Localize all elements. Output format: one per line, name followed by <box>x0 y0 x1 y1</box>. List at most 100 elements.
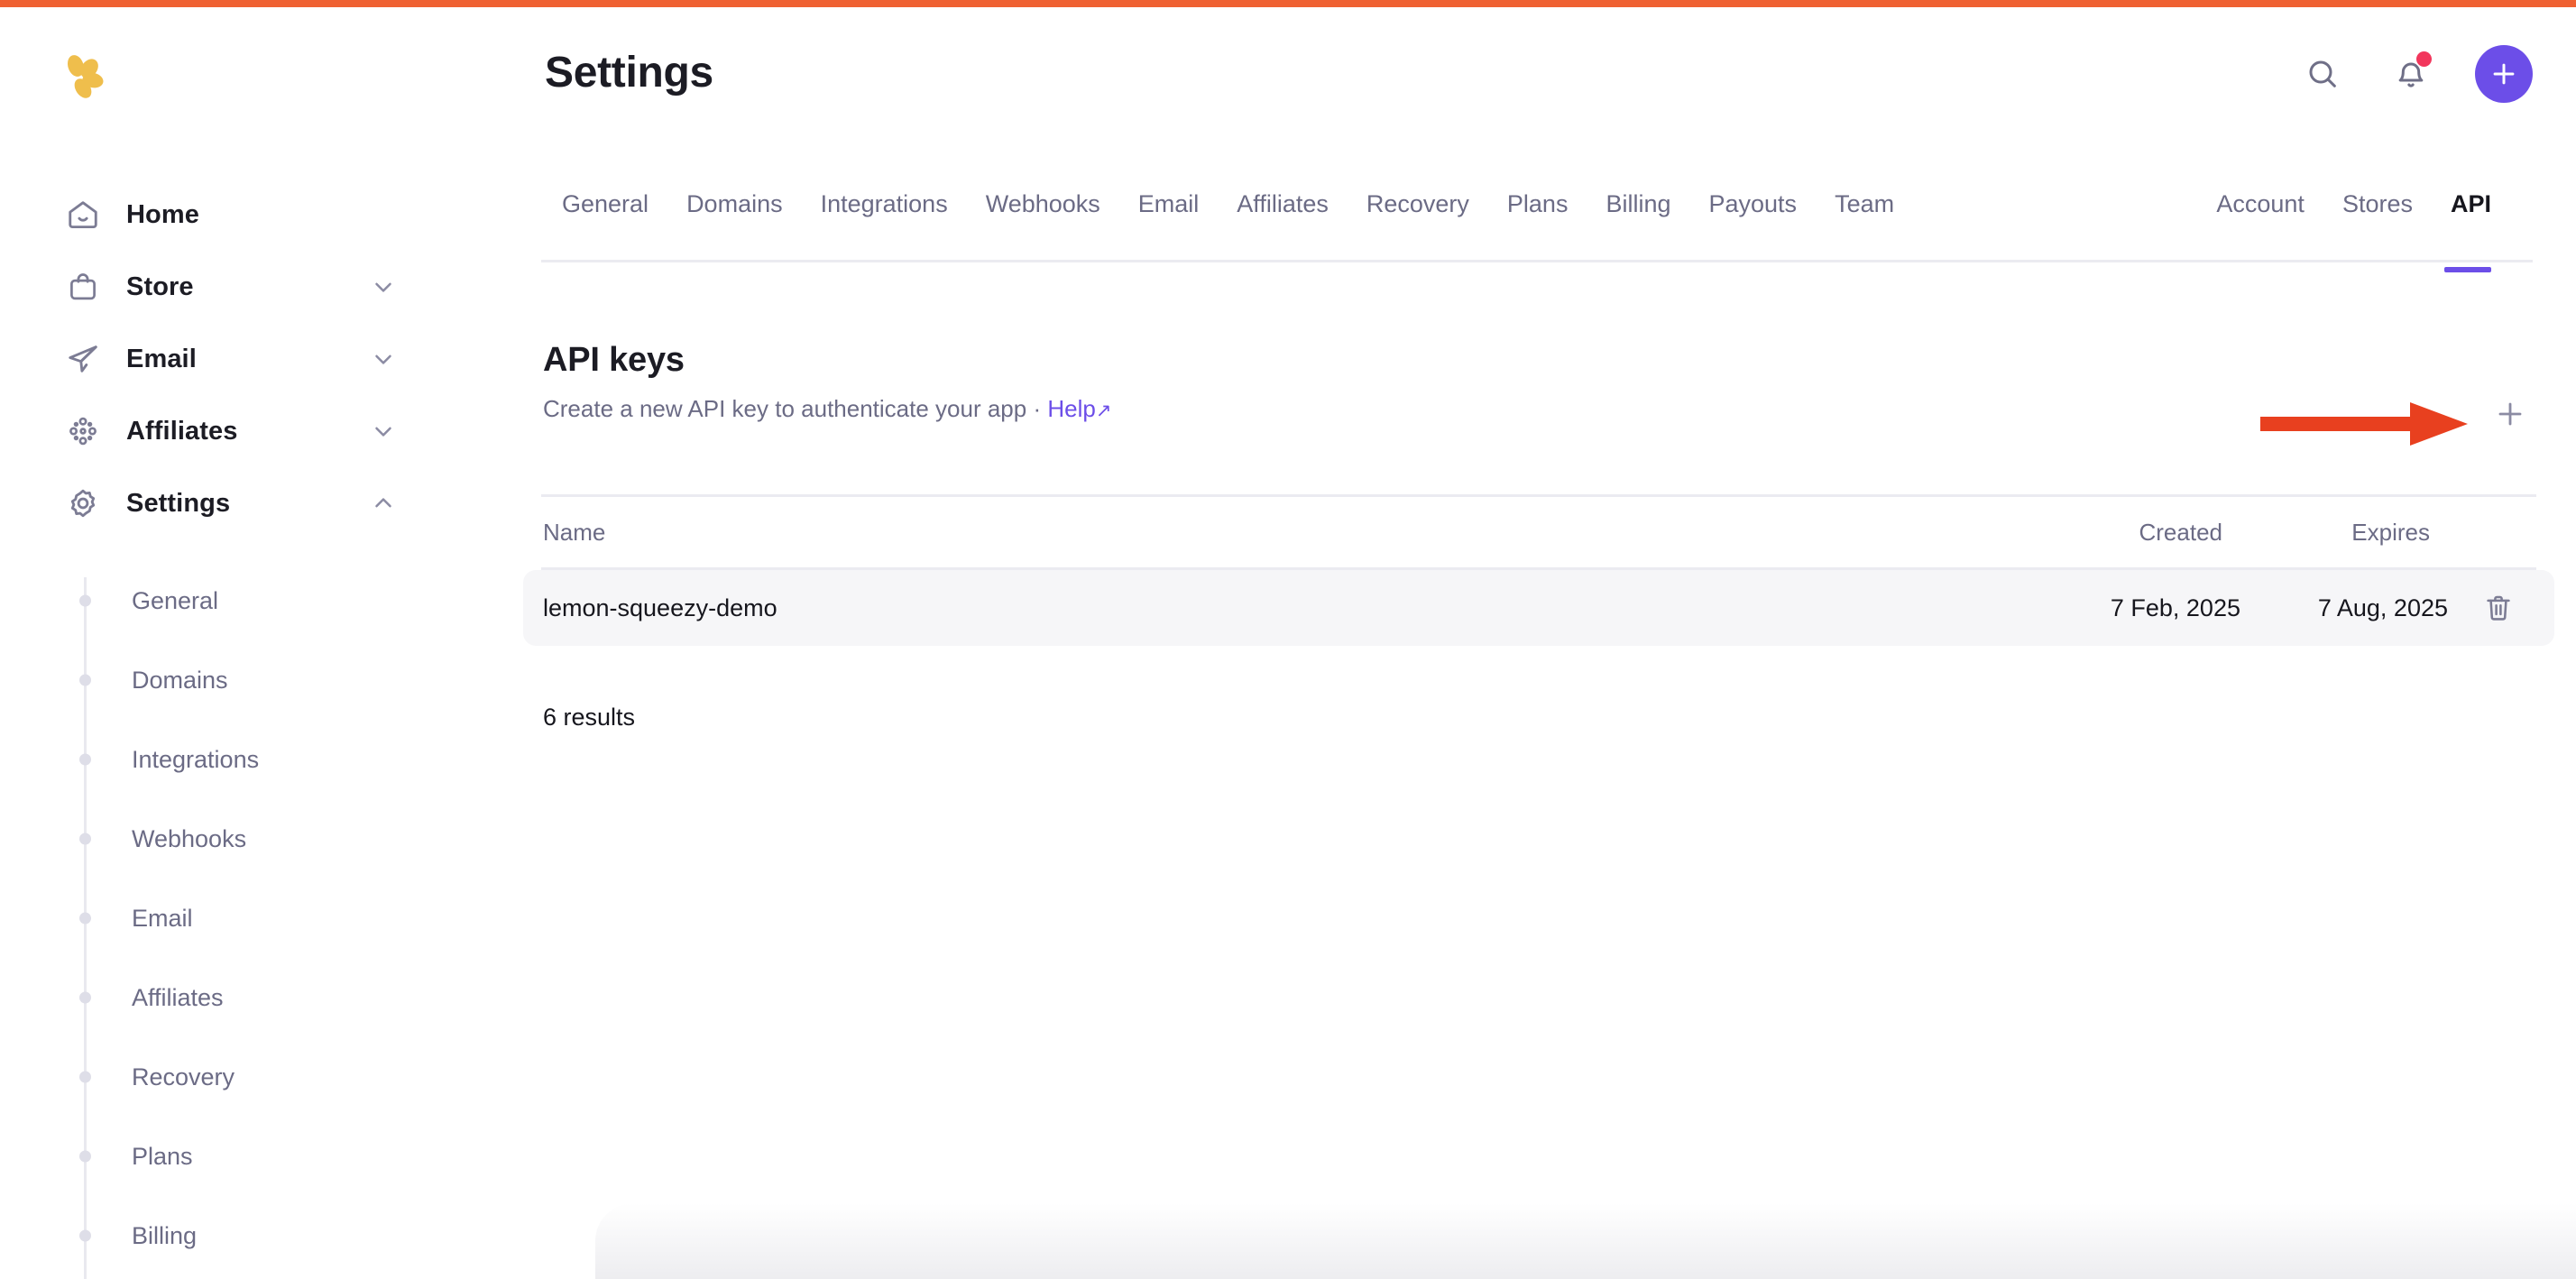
section-description: Create a new API key to authenticate you… <box>543 395 1111 423</box>
home-icon <box>63 195 103 235</box>
settings-tabs: General Domains Integrations Webhooks Em… <box>541 192 2533 272</box>
sidebar-subitem-label: Billing <box>132 1221 198 1249</box>
tab-webhooks[interactable]: Webhooks <box>967 192 1119 216</box>
lemon-squeezy-logo-icon[interactable] <box>56 51 110 105</box>
help-link[interactable]: Help↗ <box>1047 395 1111 422</box>
sidebar-item-email-sub[interactable]: Email <box>0 879 541 958</box>
column-header-expires: Expires <box>2351 518 2430 546</box>
tab-affiliates[interactable]: Affiliates <box>1218 192 1348 216</box>
column-header-name: Name <box>543 518 606 546</box>
tab-payouts[interactable]: Payouts <box>1690 192 1817 216</box>
sidebar-item-label: Affiliates <box>126 416 238 446</box>
network-icon <box>63 411 103 451</box>
search-button[interactable] <box>2298 50 2347 98</box>
sidebar-item-payouts[interactable]: Payouts <box>0 1275 541 1279</box>
help-link-label: Help <box>1047 395 1096 422</box>
column-header-created: Created <box>2139 518 2223 546</box>
main-content: Settings General Domains Integrations We… <box>523 7 2576 1279</box>
tab-account[interactable]: Account <box>2197 192 2323 216</box>
sidebar-item-recovery[interactable]: Recovery <box>0 1037 541 1117</box>
tab-domains[interactable]: Domains <box>667 192 802 216</box>
sidebar-subitem-label: Webhooks <box>132 824 247 852</box>
paper-plane-icon <box>63 339 103 379</box>
sidebar-item-settings[interactable]: Settings <box>0 467 541 539</box>
bullet-icon <box>79 674 91 686</box>
sidebar-subitem-label: Integrations <box>132 745 260 773</box>
sidebar-subitem-label: Affiliates <box>132 983 224 1011</box>
chevron-up-icon[interactable] <box>370 490 397 517</box>
search-icon <box>2305 56 2341 92</box>
delete-api-key-button[interactable] <box>2448 592 2554 624</box>
tab-general[interactable]: General <box>543 192 667 216</box>
sidebar-item-label: Email <box>126 344 197 373</box>
tab-billing[interactable]: Billing <box>1587 192 1689 216</box>
api-keys-table: Name Created Expires lemon-squeezy-demo … <box>523 494 2554 646</box>
bag-icon <box>63 267 103 307</box>
plus-icon <box>2489 59 2519 89</box>
chevron-down-icon[interactable] <box>370 273 397 300</box>
tab-email[interactable]: Email <box>1119 192 1219 216</box>
tab-team[interactable]: Team <box>1816 192 1913 216</box>
sidebar-item-label: Settings <box>126 488 231 518</box>
tab-integrations[interactable]: Integrations <box>802 192 967 216</box>
page-title: Settings <box>545 49 713 97</box>
sidebar-item-affiliates[interactable]: Affiliates <box>0 395 541 467</box>
chevron-down-icon[interactable] <box>370 345 397 373</box>
sidebar-subitem-label: Domains <box>132 666 228 694</box>
bullet-icon <box>79 1150 91 1163</box>
tab-recovery[interactable]: Recovery <box>1348 192 1488 216</box>
tab-api[interactable]: API <box>2432 192 2492 272</box>
section-title: API keys <box>543 341 685 379</box>
bullet-icon <box>79 753 91 766</box>
bullet-icon <box>79 1229 91 1242</box>
results-count: 6 results <box>543 704 636 731</box>
bullet-icon <box>79 991 91 1004</box>
sidebar-item-webhooks[interactable]: Webhooks <box>0 799 541 879</box>
sidebar-item-integrations[interactable]: Integrations <box>0 720 541 799</box>
sidebar-subitem-label: Recovery <box>132 1063 235 1090</box>
annotation-arrow-icon <box>2260 397 2477 451</box>
table-row[interactable]: lemon-squeezy-demo 7 Feb, 2025 7 Aug, 20… <box>523 570 2554 646</box>
add-api-key-button[interactable] <box>2486 390 2535 438</box>
sidebar-item-store[interactable]: Store <box>0 251 541 323</box>
tabs-left-group: General Domains Integrations Webhooks Em… <box>543 192 1913 216</box>
sidebar-primary-nav: Home Store Email Affiliates Settings <box>0 179 541 539</box>
bullet-icon <box>79 833 91 845</box>
bullet-icon <box>79 594 91 607</box>
notifications-button[interactable] <box>2387 50 2435 98</box>
sidebar-item-domains[interactable]: Domains <box>0 640 541 720</box>
sidebar-item-home[interactable]: Home <box>0 179 541 251</box>
table-header-row: Name Created Expires <box>541 494 2536 570</box>
bullet-icon <box>79 912 91 925</box>
external-link-icon: ↗ <box>1095 400 1112 421</box>
gear-icon <box>63 483 103 523</box>
api-key-expires: 7 Aug, 2025 <box>2317 593 2448 621</box>
sidebar: Home Store Email Affiliates Settings Gen… <box>0 7 541 1279</box>
header-actions <box>2298 45 2533 103</box>
chevron-down-icon[interactable] <box>370 418 397 445</box>
top-accent-bar <box>0 0 2576 7</box>
api-keys-section-header: API keys Create a new API key to authent… <box>543 341 1111 423</box>
api-key-created: 7 Feb, 2025 <box>2110 593 2240 621</box>
create-new-button[interactable] <box>2475 45 2533 103</box>
app-window: Home Store Email Affiliates Settings Gen… <box>0 0 2576 1279</box>
sidebar-item-email[interactable]: Email <box>0 323 541 395</box>
sidebar-item-label: Home <box>126 199 199 229</box>
sidebar-subitem-label: Email <box>132 904 193 932</box>
sidebar-item-plans[interactable]: Plans <box>0 1117 541 1196</box>
trash-icon <box>2482 592 2515 624</box>
plus-icon <box>2492 396 2528 432</box>
tab-stores[interactable]: Stores <box>2323 192 2432 216</box>
sidebar-item-billing[interactable]: Billing <box>0 1196 541 1275</box>
sidebar-subitem-label: Plans <box>132 1142 193 1170</box>
sidebar-settings-subnav: General Domains Integrations Webhooks Em… <box>0 561 541 1279</box>
tab-plans[interactable]: Plans <box>1488 192 1587 216</box>
bullet-icon <box>79 1071 91 1083</box>
sidebar-item-label: Store <box>126 271 194 301</box>
sidebar-subitem-label: General <box>132 586 219 614</box>
sidebar-item-general[interactable]: General <box>0 561 541 640</box>
section-description-text: Create a new API key to authenticate you… <box>543 395 1048 422</box>
api-key-name: lemon-squeezy-demo <box>543 593 777 621</box>
sidebar-item-affiliates-sub[interactable]: Affiliates <box>0 958 541 1037</box>
notification-badge-dot <box>2416 51 2432 67</box>
